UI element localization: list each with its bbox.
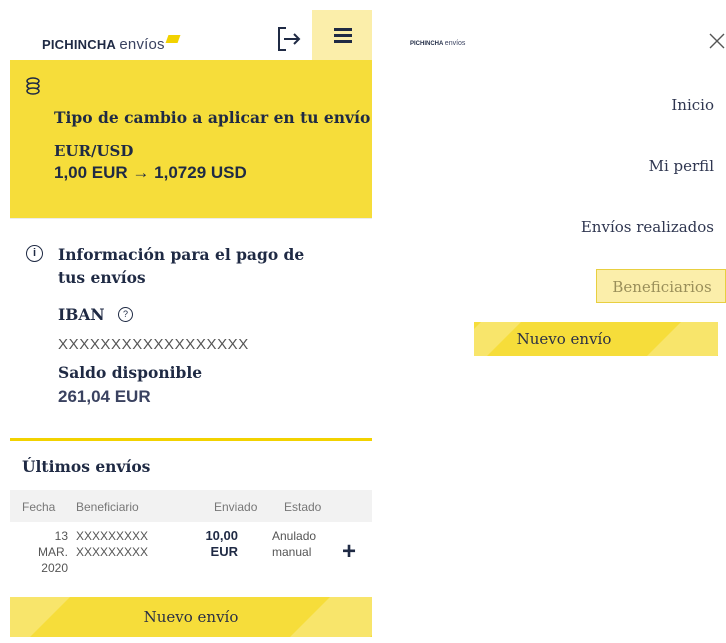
cell-estado-line1: Anulado (272, 529, 317, 543)
recent-transfers-title: Últimos envíos (22, 457, 151, 476)
logo-flag-icon (165, 35, 181, 43)
menu-button[interactable] (312, 10, 372, 60)
table-header: Fecha Beneficiario Enviado Estado (10, 490, 372, 522)
saldo-value: 261,04 EUR (58, 387, 151, 406)
cell-fecha-line2: 2020 (41, 561, 68, 575)
logout-icon (278, 27, 301, 51)
table-row[interactable]: 13 MAR. 2020 XXXXXXXXX XXXXXXXXX 10,00 E… (10, 528, 372, 584)
cell-estado: Anulado manual (272, 528, 316, 560)
app-screen-menu: PICHINCHA envíos Inicio Mi perfil Envíos… (382, 0, 726, 643)
new-transfer-label: Nuevo envío (143, 608, 239, 626)
exchange-rate-card: Tipo de cambio a aplicar en tu envío EUR… (10, 60, 372, 218)
iban-label: IBAN (58, 305, 105, 324)
logo-brand: PICHINCHA (410, 41, 444, 47)
menu-item-beneficiarios[interactable]: Beneficiarios (596, 269, 726, 303)
menu-item-inicio[interactable]: Inicio (671, 96, 714, 114)
rate-title: Tipo de cambio a aplicar en tu envío (54, 108, 371, 127)
plus-icon[interactable]: + (342, 540, 356, 564)
logo-sub: envíos (444, 40, 466, 47)
logo: PICHINCHA envíos (410, 40, 465, 47)
col-header-enviado: Enviado (214, 500, 258, 514)
button-decoration (647, 322, 718, 356)
cell-enviado-amount: 10,00 (205, 528, 238, 543)
col-header-estado: Estado (284, 500, 322, 514)
cell-beneficiario: XXXXXXXXX XXXXXXXXX (76, 528, 148, 560)
close-icon[interactable] (708, 32, 726, 50)
new-transfer-button[interactable]: Nuevo envío (10, 597, 372, 637)
menu-icon-bar (334, 34, 352, 37)
cell-fecha: 13 MAR. 2020 (22, 528, 68, 576)
logo: PICHINCHA envíos (42, 35, 181, 53)
new-transfer-button[interactable]: Nuevo envío (474, 322, 718, 356)
cell-estado-line2: manual (272, 545, 312, 559)
beneficiarios-label: Beneficiarios (612, 278, 712, 296)
cell-benef-line1: XXXXXXXXX (76, 529, 149, 543)
menu-icon (334, 28, 352, 31)
cell-benef-line2: XXXXXXXXX (76, 545, 149, 559)
col-header-fecha: Fecha (22, 500, 56, 514)
logout-button[interactable] (274, 24, 304, 54)
cell-enviado: 10,00 EUR (190, 528, 238, 560)
cell-enviado-currency: EUR (210, 544, 238, 559)
info-icon: i (26, 245, 43, 262)
col-header-beneficiario: Beneficiario (76, 500, 139, 514)
help-icon[interactable]: ? (118, 307, 133, 322)
rate-pair: EUR/USD (54, 142, 134, 160)
saldo-label: Saldo disponible (58, 363, 203, 382)
header: PICHINCHA envíos (0, 0, 372, 60)
menu-item-envios-realizados[interactable]: Envíos realizados (581, 218, 714, 236)
logo-sub: envíos (119, 36, 165, 53)
new-transfer-label: Nuevo envío (516, 330, 612, 348)
menu-icon-bar (334, 40, 352, 43)
app-screen-home: PICHINCHA envíos Tipo de cambio a aplica… (0, 0, 372, 643)
info-title: Información para el pago de tus envíos (58, 245, 305, 287)
divider (10, 438, 372, 441)
coins-icon (24, 76, 42, 103)
rate-value: 1,00 EUR → 1,0729 USD (54, 163, 247, 182)
payment-info-card: i Información para el pago de tus envíos… (10, 218, 372, 441)
logo-brand: PICHINCHA (42, 37, 116, 52)
menu-item-mi-perfil[interactable]: Mi perfil (649, 157, 714, 175)
iban-value: XXXXXXXXXXXXXXXXXX (58, 336, 249, 353)
cell-fecha-line1: 13 MAR. (38, 529, 68, 559)
